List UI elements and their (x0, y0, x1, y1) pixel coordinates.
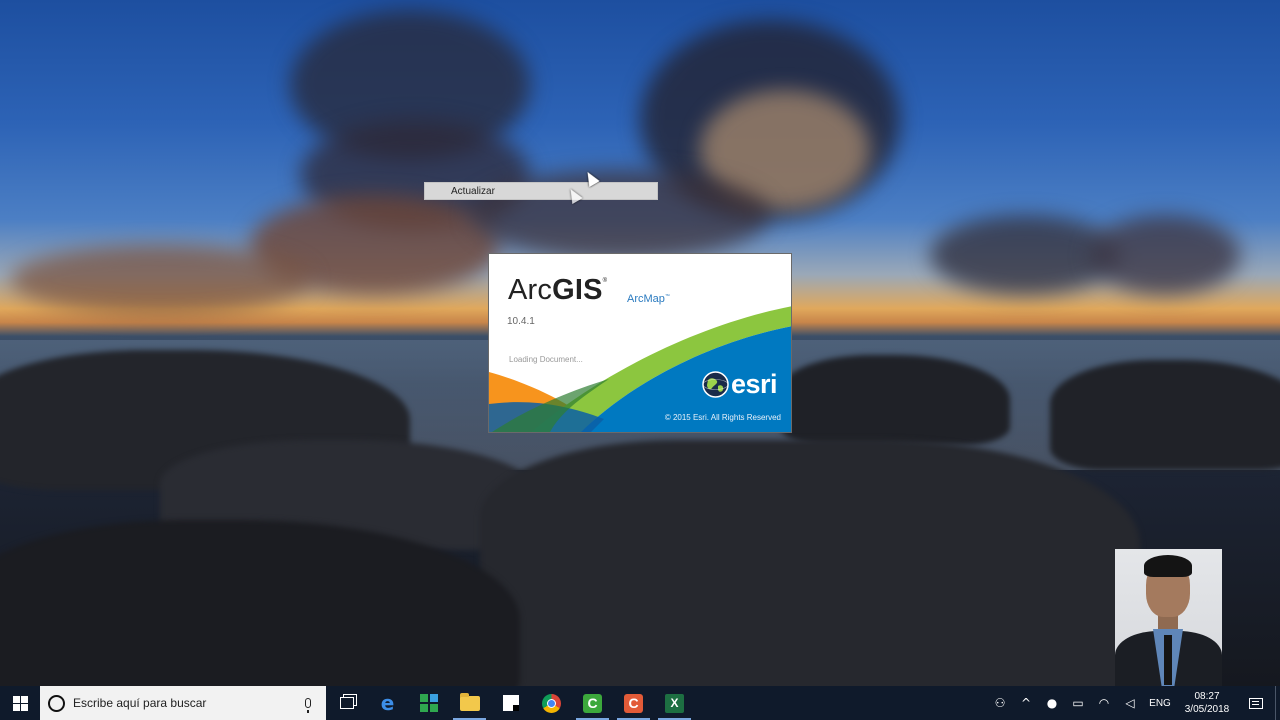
input-language[interactable]: ENG (1143, 698, 1177, 709)
sticky-notes-button[interactable] (490, 686, 531, 720)
microphone-icon[interactable] (298, 698, 318, 713)
system-tray: ⚇ ^ ● ▭ ◠ ◁ ENG 08:27 3/05/2018 (987, 686, 1280, 720)
copyright-notice: © 2015 Esri. All Rights Reserved (664, 413, 781, 422)
esri-globe-icon (702, 371, 729, 398)
chrome-icon (542, 693, 561, 713)
edge-icon: e (380, 691, 395, 715)
excel-icon: X (665, 693, 684, 713)
search-placeholder: Escribe aquí para buscar (73, 696, 207, 710)
clock-time: 08:27 (1194, 691, 1220, 702)
wallpaper-cloud (10, 245, 310, 315)
arcmap-app-name: ArcMap™ (627, 293, 670, 305)
store-button[interactable] (408, 686, 449, 720)
red-c-app-icon: C (624, 693, 643, 713)
taskbar-clock[interactable]: 08:27 3/05/2018 (1177, 690, 1237, 716)
windows-logo-icon (12, 695, 28, 711)
taskbar: Escribe aquí para buscar e C C X ⚇ ^ ● ▭… (0, 686, 1280, 720)
wallpaper-rock (780, 355, 1010, 445)
people-icon[interactable]: ⚇ (987, 696, 1013, 710)
context-menu-refresh-item[interactable]: Actualizar (424, 182, 658, 200)
esri-wordmark: esri (731, 369, 778, 399)
taskbar-search-box[interactable]: Escribe aquí para buscar (40, 686, 326, 720)
red-c-app-button[interactable]: C (613, 686, 654, 720)
loading-status: Loading Document... (509, 355, 583, 364)
show-desktop-button[interactable] (1275, 686, 1280, 720)
esri-logo: esri (702, 369, 778, 399)
start-button[interactable] (0, 686, 40, 720)
excel-button[interactable]: X (654, 686, 695, 720)
task-view-button[interactable] (326, 686, 367, 720)
clock-date: 3/05/2018 (1184, 704, 1230, 715)
file-explorer-icon (459, 692, 480, 711)
cortana-icon (48, 694, 65, 712)
webcam-overlay (1115, 549, 1222, 686)
wallpaper-cloud (1090, 215, 1240, 295)
arcgis-logo: ArcGIS® (508, 274, 608, 306)
version-number: 10.4.1 (507, 316, 535, 327)
action-center-icon[interactable] (1237, 697, 1275, 709)
webcam-person-hair (1144, 555, 1192, 577)
green-c-app-icon: C (583, 693, 602, 713)
webcam-person-tie (1164, 635, 1172, 685)
chevron-up-icon[interactable]: ^ (1013, 696, 1039, 710)
task-view-icon (339, 697, 354, 709)
network-globe-icon[interactable]: ● (1039, 696, 1065, 710)
edge-button[interactable]: e (367, 686, 408, 720)
chrome-button[interactable] (531, 686, 572, 720)
wifi-icon[interactable]: ◠ (1091, 696, 1117, 710)
sticky-notes-icon (502, 695, 519, 711)
wallpaper-rock (480, 440, 1140, 686)
wallpaper-rock (1050, 360, 1280, 470)
green-c-app-button[interactable]: C (572, 686, 613, 720)
arcmap-splash-screen: ArcGIS® ArcMap™ 10.4.1 Loading Document.… (488, 253, 792, 433)
volume-icon[interactable]: ◁ (1117, 696, 1143, 710)
store-icon (419, 694, 438, 712)
file-explorer-button[interactable] (449, 686, 490, 720)
battery-icon[interactable]: ▭ (1065, 696, 1091, 710)
